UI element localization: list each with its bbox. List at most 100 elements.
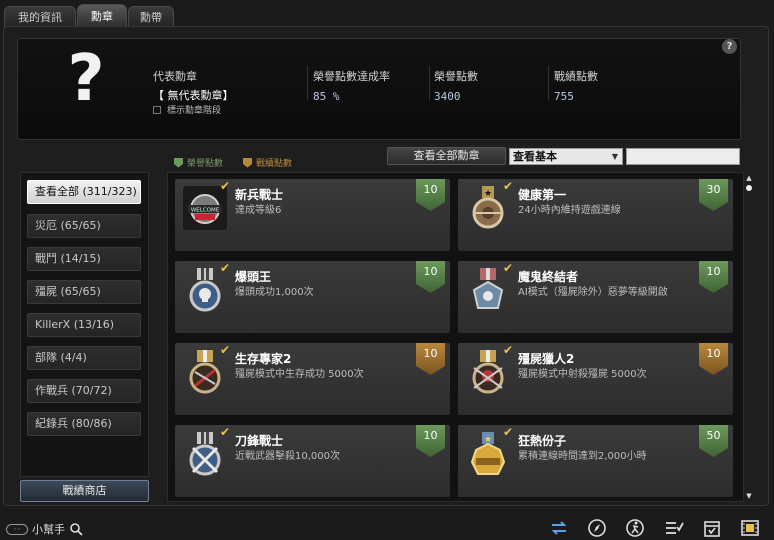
medal-description: AI模式（殭屍除外）惡夢等級開啟 (518, 287, 668, 298)
divider (307, 66, 308, 100)
points-badge: 10 (416, 425, 445, 457)
show-stage-checkbox[interactable] (153, 105, 161, 114)
sidebar-item-killerx[interactable]: KillerX (13/16) (27, 313, 141, 337)
points-badge: 10 (699, 261, 728, 293)
runner-icon[interactable] (625, 518, 645, 538)
film-icon[interactable] (740, 518, 760, 538)
helper-label: 小幫手 (32, 523, 65, 536)
points-value: 30 (706, 183, 721, 196)
show-stage-label: 標示勳章階段 (167, 106, 222, 116)
sidebar-item-disaster[interactable]: 災厄 (65/65) (27, 214, 141, 238)
help-icon[interactable]: ? (722, 39, 737, 54)
calendar-check-icon[interactable] (702, 518, 722, 538)
earned-check-icon: ✔ (503, 343, 514, 357)
points-value: 10 (423, 429, 438, 442)
sidebar-item-combat[interactable]: 戰鬥 (14/15) (27, 247, 141, 271)
scrollbar-thumb[interactable] (746, 185, 752, 191)
representative-label: 代表勳章 (153, 70, 197, 83)
representative-medal-info: 代表勳章 【 無代表勳章】 (153, 68, 234, 103)
medal-description: 達成等級6 (235, 205, 282, 216)
tab-label: 勳章 (91, 10, 113, 23)
search-input[interactable] (626, 148, 740, 165)
sidebar-item-squad[interactable]: 部隊 (4/4) (27, 346, 141, 370)
sidebar-item-operative[interactable]: 作戰兵 (70/72) (27, 379, 141, 403)
chevron-down-icon: ▼ (611, 152, 618, 161)
view-filter-value: 查看基本 (513, 150, 557, 163)
sidebar-item-all[interactable]: 查看全部 (311/323) (27, 180, 141, 204)
representative-value: 【 無代表勳章】 (153, 89, 234, 102)
green-shield-icon (174, 157, 183, 168)
search-icon (70, 523, 83, 536)
honor-rate-label: 榮譽點數達成率 (313, 70, 390, 83)
honor-points-value: 3400 (434, 90, 461, 103)
compass-icon[interactable] (587, 518, 607, 538)
view-all-medals-button[interactable]: 查看全部勳章 (387, 147, 506, 165)
battle-points-info: 戰績點數 755 (554, 68, 598, 103)
sidebar-item-zombie[interactable]: 殭屍 (65/65) (27, 280, 141, 304)
view-filter-select[interactable]: 查看基本 ▼ (509, 148, 623, 165)
medal-description: 24小時內維持遊戲連線 (518, 205, 621, 216)
points-badge: 10 (416, 179, 445, 211)
show-stage-option[interactable]: 標示勳章階段 (153, 103, 221, 116)
points-value: 10 (423, 347, 438, 360)
tab-label: 勳帶 (140, 11, 162, 24)
earned-check-icon: ✔ (503, 179, 514, 193)
honor-rate-value: 85 % (313, 90, 340, 103)
medal-card[interactable]: ✔ 刀鋒戰士 近戰武器擊殺10,000次 10 (175, 425, 450, 497)
toggle-pill-icon: ◦◦ (6, 523, 28, 535)
tab-ribbons[interactable]: 勳帶 (128, 6, 174, 28)
honor-points-label: 榮譽點數 (434, 70, 478, 83)
earned-check-icon: ✔ (503, 261, 514, 275)
honor-points-info: 榮譽點數 3400 (434, 68, 478, 103)
points-badge: 10 (416, 343, 445, 375)
points-value: 10 (706, 265, 721, 278)
scroll-down-arrow-icon[interactable]: ▼ (744, 492, 754, 500)
medal-card[interactable]: ✔ 魔鬼終結者 AI模式（殭屍除外）惡夢等級開啟 10 (458, 261, 733, 333)
representative-medal-placeholder: ? (67, 42, 105, 116)
medal-card[interactable]: ★ ✔ 健康第一 24小時內維持遊戲連線 30 (458, 179, 733, 251)
battle-shop-button[interactable]: 戰績商店 (20, 480, 149, 502)
divider (429, 66, 430, 100)
welcome-medal-text: WELCOME (191, 208, 220, 214)
medal-description: 爆頭成功1,000次 (235, 287, 314, 298)
points-badge: 50 (699, 425, 728, 457)
sidebar-item-recorder[interactable]: 紀錄兵 (80/86) (27, 412, 141, 436)
tab-label: 我的資訊 (18, 11, 62, 24)
medal-card[interactable]: WELCOME ✔ 新兵戰士 達成等級6 10 (175, 179, 450, 251)
battle-points-label: 戰績點數 (554, 70, 598, 83)
medal-description: 殭屍模式中射殺殭屍 5000次 (518, 369, 647, 380)
medal-description: 近戰武器擊殺10,000次 (235, 451, 340, 462)
gold-shield-icon (243, 157, 252, 168)
legend-battle-label: 戰績點數 (256, 159, 293, 169)
points-value: 50 (706, 429, 721, 442)
points-value: 10 (423, 265, 438, 278)
legend-honor: 榮譽點數 (174, 156, 223, 169)
medal-card[interactable]: ✔ 生存專家2 殭屍模式中生存成功 5000次 10 (175, 343, 450, 415)
medal-card[interactable]: ✔ 爆頭王 爆頭成功1,000次 10 (175, 261, 450, 333)
battle-points-value: 755 (554, 90, 574, 103)
medal-card[interactable]: ★ ✔ 狂熱份子 累積連線時間達到2,000小時 50 (458, 425, 733, 497)
tab-medals[interactable]: 勳章 (77, 4, 127, 28)
divider (548, 66, 549, 100)
earned-check-icon: ✔ (220, 343, 231, 357)
helper-button[interactable]: ◦◦ 小幫手 (6, 521, 83, 537)
earned-check-icon: ✔ (220, 179, 231, 193)
scroll-up-arrow-icon[interactable]: ▲ (744, 174, 754, 182)
points-badge: 30 (699, 179, 728, 211)
points-value: 10 (706, 347, 721, 360)
medal-description: 累積連線時間達到2,000小時 (518, 451, 647, 462)
medal-description: 殭屍模式中生存成功 5000次 (235, 369, 364, 380)
earned-check-icon: ✔ (503, 425, 514, 439)
points-badge: 10 (699, 343, 728, 375)
tab-my-info[interactable]: 我的資訊 (4, 6, 76, 28)
legend-battle: 戰績點數 (243, 156, 292, 169)
earned-check-icon: ✔ (220, 425, 231, 439)
points-badge: 10 (416, 261, 445, 293)
points-value: 10 (423, 183, 438, 196)
checklist-icon[interactable] (664, 518, 684, 538)
honor-rate-info: 榮譽點數達成率 85 % (313, 68, 390, 103)
earned-check-icon: ✔ (220, 261, 231, 275)
legend-honor-label: 榮譽點數 (187, 159, 224, 169)
swap-icon[interactable] (549, 518, 569, 538)
medal-card[interactable]: ✔ 殭屍獵人2 殭屍模式中射殺殭屍 5000次 10 (458, 343, 733, 415)
